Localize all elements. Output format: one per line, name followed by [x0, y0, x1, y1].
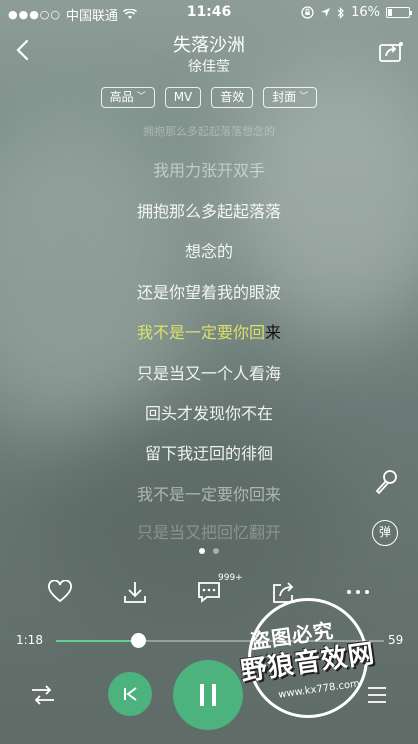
action-row: 999+: [0, 573, 418, 608]
share-button[interactable]: [269, 578, 299, 606]
sound-effect-pill[interactable]: 音效: [211, 87, 254, 108]
danmu-button[interactable]: 弹: [372, 520, 398, 546]
lyric-line: 拥抱那么多起起落落: [136, 202, 281, 221]
previous-button[interactable]: [108, 672, 152, 716]
bluetooth-icon: [337, 6, 344, 19]
video-share-icon: [379, 42, 403, 62]
lyric-line: 只是当又一个人看海: [136, 364, 281, 383]
lyric-line: 只是当又把回忆翻开: [136, 523, 281, 542]
rotation-lock-icon: [301, 6, 314, 19]
pause-icon: [200, 684, 216, 706]
play-mode-button[interactable]: [28, 680, 58, 710]
progress-played: [56, 640, 138, 642]
current-lyric-sung: 我不是一定要你回: [136, 323, 265, 342]
lyric-line: 拥抱那么多起起落落想念的: [143, 125, 275, 138]
comment-button[interactable]: 999+: [194, 573, 243, 606]
lyric-line: 还是你望着我的眼波: [136, 283, 281, 302]
chevron-down-icon: ﹀: [299, 92, 309, 102]
lyric-line: 留下我迂回的徘徊: [144, 444, 273, 463]
total-time: 59: [388, 633, 404, 647]
playlist-button[interactable]: [362, 680, 392, 710]
battery-icon: [386, 7, 412, 18]
status-bar: ●●●○○ 中国联通 11:46 16%: [0, 0, 418, 24]
page-indicator: [0, 548, 418, 554]
option-pills: 高品 ﹀ MV 音效 封面 ﹀: [0, 87, 418, 108]
page-dot: [213, 548, 219, 554]
previous-icon: [124, 687, 137, 701]
playback-controls: [0, 660, 418, 730]
shuffle-icon: [32, 685, 54, 705]
progress-track[interactable]: [56, 640, 384, 642]
watermark-top: 盗图必究: [248, 618, 336, 654]
like-button[interactable]: [45, 578, 75, 606]
cover-label: 封面: [272, 90, 297, 104]
heart-icon: [48, 580, 72, 603]
lyric-line: 我不是一定要你回来: [136, 485, 281, 504]
battery-percent: 16%: [351, 5, 380, 20]
location-icon: [321, 8, 331, 17]
karaoke-button[interactable]: [372, 468, 400, 496]
elapsed-time: 1:18: [16, 633, 43, 647]
lyric-line: 想念的: [184, 242, 233, 261]
quality-label: 高品: [109, 90, 134, 104]
quality-pill[interactable]: 高品 ﹀: [100, 87, 155, 108]
microphone-icon: [375, 470, 397, 495]
page-dot: [199, 548, 205, 554]
comment-count: 999+: [218, 573, 243, 583]
share-icon: [273, 582, 294, 603]
current-lyric-rest: 来: [265, 323, 282, 342]
more-icon: [347, 590, 369, 594]
lyric-line: 回头才发现你不在: [144, 404, 273, 423]
progress-knob[interactable]: [131, 633, 146, 648]
sound-effect-label: 音效: [220, 90, 245, 104]
playlist-icon: [368, 687, 386, 703]
artist-name[interactable]: 徐佳莹: [0, 56, 418, 76]
download-button[interactable]: [120, 578, 150, 606]
cover-pill[interactable]: 封面 ﹀: [263, 87, 318, 108]
mv-label: MV: [173, 90, 193, 104]
comment-icon: [198, 582, 220, 603]
lyric-line: 我用力张开双手: [152, 161, 265, 180]
status-right: 16%: [301, 5, 412, 20]
more-button[interactable]: [343, 578, 373, 606]
song-title: 失落沙洲: [173, 35, 245, 56]
download-icon: [124, 582, 146, 603]
mv-pill[interactable]: MV: [164, 87, 202, 108]
video-share-button[interactable]: [378, 40, 404, 64]
pause-button[interactable]: [173, 660, 243, 730]
chevron-down-icon: ﹀: [136, 92, 146, 102]
current-lyric: 我不是一定要你回来: [0, 319, 418, 343]
